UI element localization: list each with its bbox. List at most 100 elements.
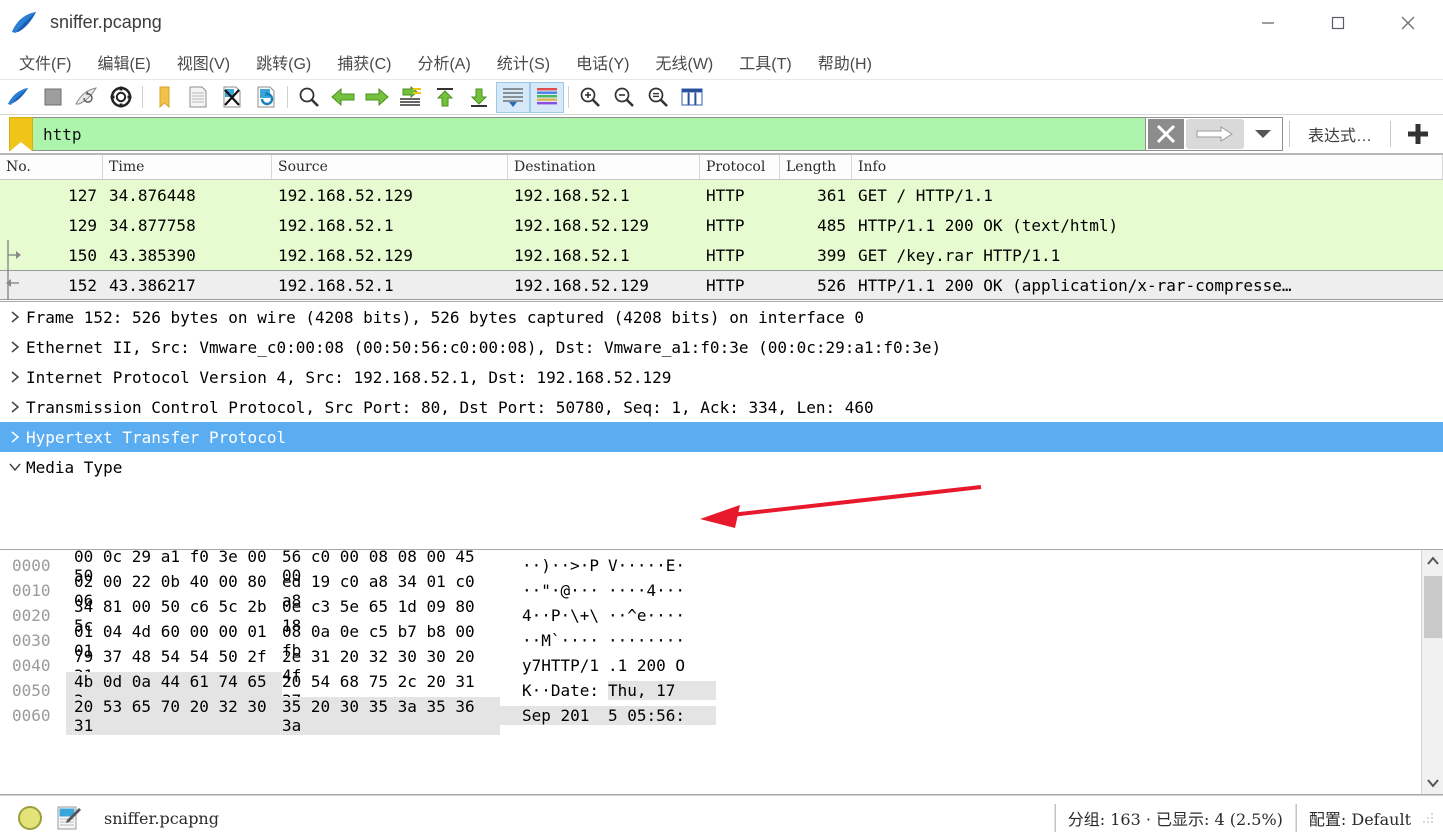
start-capture-icon[interactable]: [2, 82, 36, 113]
capture-options-gear-icon[interactable]: [104, 82, 138, 113]
column-header-protocol[interactable]: Protocol: [700, 155, 780, 179]
save-file-icon[interactable]: [181, 82, 215, 113]
stop-capture-icon[interactable]: [36, 82, 70, 113]
column-header-info[interactable]: Info: [852, 155, 1443, 179]
cell-time: 43.386217: [109, 275, 196, 295]
reload-file-icon[interactable]: [249, 82, 283, 113]
table-row-selected[interactable]: 152 43.386217 192.168.52.1 192.168.52.12…: [0, 270, 1443, 300]
menu-capture[interactable]: 捕获(C): [324, 47, 404, 77]
menu-wireless[interactable]: 无线(W): [642, 47, 726, 77]
expert-info-circle-icon[interactable]: [18, 806, 42, 830]
go-to-first-packet-icon[interactable]: [428, 82, 462, 113]
go-to-last-packet-icon[interactable]: [462, 82, 496, 113]
filter-history-chevron-down-icon[interactable]: [1246, 119, 1280, 149]
chevron-right-icon[interactable]: [4, 340, 26, 354]
cell-no: 127: [68, 185, 97, 205]
add-filter-button[interactable]: [1397, 121, 1439, 147]
apply-filter-arrow-icon[interactable]: [1185, 119, 1244, 149]
table-row[interactable]: 127 34.876448 192.168.52.129 192.168.52.…: [0, 180, 1443, 210]
packet-list-pane[interactable]: No. Time Source Destination Protocol Len…: [0, 155, 1443, 302]
hex-pane-scrollbar[interactable]: [1421, 550, 1443, 794]
table-row[interactable]: 150 43.385390 192.168.52.129 192.168.52.…: [0, 240, 1443, 270]
chevron-right-icon[interactable]: [4, 370, 26, 384]
go-back-arrow-icon[interactable]: [326, 82, 360, 113]
minimize-button[interactable]: [1233, 0, 1303, 45]
cell-time: 34.876448: [109, 185, 196, 205]
filter-expression-button[interactable]: 表达式…: [1296, 122, 1384, 146]
detail-media-type[interactable]: Media Type: [0, 452, 1443, 482]
hex-ascii-left: y7HTTP/1: [522, 656, 600, 675]
scrollbar-thumb[interactable]: [1423, 576, 1442, 638]
column-header-source[interactable]: Source: [272, 155, 508, 179]
status-bar: sniffer.pcapng 分组: 163 · 已显示: 4 (2.5%) 配…: [0, 795, 1443, 840]
window-controls: [1233, 0, 1443, 45]
detail-tcp[interactable]: Transmission Control Protocol, Src Port:…: [0, 392, 1443, 422]
cell-no: 129: [68, 215, 97, 235]
packet-bytes-pane[interactable]: 0000 00 0c 29 a1 f0 3e 00 50 56 c0 00 08…: [0, 550, 1443, 795]
menu-telephony[interactable]: 电话(Y): [563, 47, 642, 77]
cell-time: 43.385390: [109, 245, 196, 265]
hex-bytes-right: 35 20 30 35 3a 35 36 3a: [282, 696, 500, 735]
window-title: sniffer.pcapng: [50, 12, 162, 32]
find-packet-search-icon[interactable]: [292, 82, 326, 113]
chevron-down-icon[interactable]: [1422, 772, 1443, 794]
cell-source: 192.168.52.129: [278, 245, 413, 265]
cell-source: 192.168.52.1: [278, 215, 394, 235]
zoom-in-icon[interactable]: [573, 82, 607, 113]
restart-capture-icon[interactable]: [70, 82, 104, 113]
detail-ethernet[interactable]: Ethernet II, Src: Vmware_c0:00:08 (00:50…: [0, 332, 1443, 362]
relation-marker: [0, 180, 22, 210]
cell-protocol: HTTP: [706, 215, 745, 235]
close-button[interactable]: [1373, 0, 1443, 45]
hex-row[interactable]: 0060 20 53 65 70 20 32 30 31 35 20 30 35…: [4, 696, 1421, 735]
resize-grip-icon[interactable]: [1421, 811, 1435, 825]
wireshark-shark-fin-icon: [10, 10, 40, 36]
close-file-icon[interactable]: [215, 82, 249, 113]
zoom-reset-icon[interactable]: [641, 82, 675, 113]
auto-scroll-icon[interactable]: [496, 81, 530, 113]
zoom-out-icon[interactable]: [607, 82, 641, 113]
chevron-right-icon[interactable]: [4, 400, 26, 414]
chevron-down-icon[interactable]: [4, 461, 26, 473]
detail-http[interactable]: Hypertext Transfer Protocol: [0, 422, 1443, 452]
table-row[interactable]: 129 34.877758 192.168.52.1 192.168.52.12…: [0, 210, 1443, 240]
open-file-icon[interactable]: [147, 82, 181, 113]
filter-separator: [1390, 121, 1391, 147]
maximize-button[interactable]: [1303, 0, 1373, 45]
resize-columns-icon[interactable]: [675, 82, 709, 113]
chevron-right-icon[interactable]: [4, 430, 26, 444]
go-forward-arrow-icon[interactable]: [360, 82, 394, 113]
menu-statistics[interactable]: 统计(S): [484, 47, 563, 77]
menu-view[interactable]: 视图(V): [164, 47, 243, 77]
clear-filter-x-icon[interactable]: [1147, 119, 1184, 149]
hex-ascii-right: Thu, 17: [608, 681, 716, 700]
column-header-destination[interactable]: Destination: [508, 155, 700, 179]
menu-file[interactable]: 文件(F): [6, 47, 84, 77]
toolbar-separator: [287, 86, 288, 108]
status-packet-counts: 分组: 163 · 已显示: 4 (2.5%): [1067, 810, 1283, 829]
column-header-length[interactable]: Length: [780, 155, 852, 179]
column-header-no[interactable]: No.: [0, 155, 103, 179]
detail-http-label: Hypertext Transfer Protocol: [26, 427, 287, 447]
filter-buttons: [1145, 117, 1283, 151]
filter-input-container[interactable]: [32, 117, 1146, 151]
cell-no: 150: [68, 245, 97, 265]
detail-frame[interactable]: Frame 152: 526 bytes on wire (4208 bits)…: [0, 302, 1443, 332]
chevron-up-icon[interactable]: [1422, 550, 1443, 572]
go-to-packet-icon[interactable]: [394, 82, 428, 113]
detail-ipv4[interactable]: Internet Protocol Version 4, Src: 192.16…: [0, 362, 1443, 392]
status-profile[interactable]: 配置: Default: [1309, 806, 1411, 830]
menu-tools[interactable]: 工具(T): [726, 47, 804, 77]
capture-file-comment-icon[interactable]: [56, 805, 82, 831]
menu-analyze[interactable]: 分析(A): [404, 47, 483, 77]
column-header-time[interactable]: Time: [103, 155, 272, 179]
filter-bookmark-icon[interactable]: [9, 117, 33, 151]
chevron-right-icon[interactable]: [4, 310, 26, 324]
menu-edit[interactable]: 编辑(E): [84, 47, 163, 77]
colorize-packets-icon[interactable]: [530, 81, 564, 113]
menu-go[interactable]: 跳转(G): [243, 47, 324, 77]
hex-ascii-left: ··)··>·P: [522, 556, 600, 575]
packet-details-pane[interactable]: Frame 152: 526 bytes on wire (4208 bits)…: [0, 302, 1443, 550]
display-filter-input[interactable]: [33, 124, 1145, 144]
menu-help[interactable]: 帮助(H): [805, 47, 885, 77]
